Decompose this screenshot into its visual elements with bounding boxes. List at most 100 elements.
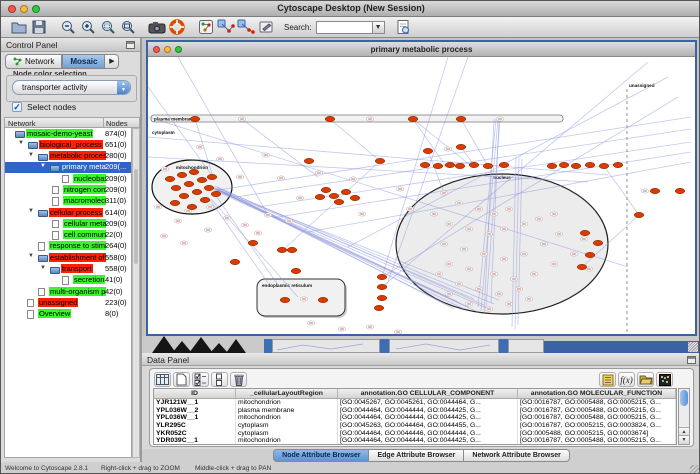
graph-node-selected[interactable] bbox=[192, 189, 202, 194]
table-row[interactable]: YDR039C__1mitochondrion[GO:0044464, GO:0… bbox=[154, 437, 676, 445]
graph-node-selected[interactable] bbox=[179, 193, 189, 198]
tree-row-label[interactable]: macromolecule bbox=[63, 196, 106, 205]
tree-row[interactable]: macromolecule311(0) bbox=[5, 196, 131, 207]
table-cell[interactable]: [GO:0044464, GO:0044444, GO:0044425, G..… bbox=[338, 437, 518, 445]
tree-row-label[interactable]: transport bbox=[61, 264, 93, 273]
tree-scrollbar[interactable] bbox=[132, 128, 140, 458]
table-cell[interactable]: [GO:0045267, GO:0045261, GO:0044464, G..… bbox=[338, 399, 518, 407]
graph-node-selected[interactable] bbox=[248, 240, 258, 245]
column-divider[interactable] bbox=[103, 118, 104, 127]
tree-row[interactable]: response to stimulu264(0) bbox=[5, 241, 131, 252]
tab-network-attribute-browser[interactable]: Network Attribute Browser bbox=[464, 449, 569, 462]
table-cell[interactable]: mitochondrion bbox=[236, 437, 338, 445]
tree-row[interactable]: cellular metabo209(0) bbox=[5, 218, 131, 229]
tree-row[interactable]: ▼cellular process614(0) bbox=[5, 207, 131, 218]
search-field[interactable] bbox=[316, 21, 372, 34]
table-cell[interactable]: YPL036W__2 bbox=[154, 407, 236, 415]
window-resize-grip[interactable] bbox=[688, 342, 698, 352]
snapshot-icon[interactable] bbox=[148, 18, 166, 36]
graph-node-selected[interactable] bbox=[456, 116, 466, 121]
tree-row[interactable]: nucleobase-209(0) bbox=[5, 173, 131, 184]
tab-node-attribute-browser[interactable]: Node Attribute Browser bbox=[273, 449, 369, 462]
table-column-header[interactable]: annotation.GO CELLULAR_COMPONENT bbox=[338, 389, 518, 398]
tree-row[interactable]: Overview8(0) bbox=[5, 309, 131, 320]
graph-edge[interactable] bbox=[428, 151, 444, 193]
table-cell[interactable]: [GO:0044464, GO:0044444, GO:0044425, G..… bbox=[338, 407, 518, 415]
graph-node-selected[interactable] bbox=[211, 191, 221, 196]
table-row[interactable]: YKR052Ccytoplasm[GO:0044464, GO:0044446,… bbox=[154, 430, 676, 438]
graphics-details-icon[interactable] bbox=[197, 18, 215, 36]
background-window-border[interactable] bbox=[499, 339, 508, 353]
tree-col-network[interactable]: Network bbox=[8, 119, 36, 128]
tree-row-label[interactable]: primary metabo bbox=[61, 162, 106, 171]
scroll-down-icon[interactable]: ▼ bbox=[679, 435, 689, 444]
graph-node-selected[interactable] bbox=[585, 162, 595, 167]
graph-edge[interactable] bbox=[461, 119, 488, 166]
table-column-header[interactable]: annotation.GO MOLECULAR_FUNCTION bbox=[518, 389, 676, 398]
graph-node-selected[interactable] bbox=[377, 295, 387, 300]
float-panel-icon[interactable] bbox=[687, 356, 696, 364]
graph-node-selected[interactable] bbox=[634, 212, 644, 217]
search-options-icon[interactable] bbox=[394, 18, 412, 36]
tree-scrollbar-thumb[interactable] bbox=[134, 169, 138, 264]
graph-node-selected[interactable] bbox=[277, 247, 287, 252]
table-cell[interactable]: [GO:0045263, GO:0044464, GO:0044455, G..… bbox=[338, 422, 518, 430]
graph-node-selected[interactable] bbox=[165, 176, 175, 181]
table-cell[interactable]: [GO:0044464, GO:0044446, GO:0044444, G..… bbox=[338, 430, 518, 438]
graph-node-selected[interactable] bbox=[613, 162, 623, 167]
tree-row[interactable]: cell communicat22(0) bbox=[5, 230, 131, 241]
graph-node-selected[interactable] bbox=[408, 116, 418, 121]
graph-node-selected[interactable] bbox=[197, 177, 207, 182]
table-cell[interactable]: YLR295C bbox=[154, 422, 236, 430]
tree-row[interactable]: secretion41(0) bbox=[5, 275, 131, 286]
network-window-titlebar[interactable]: primary metabolic process bbox=[148, 42, 695, 57]
table-cell[interactable]: [GO:0016787, GO:0005488, GO:0005215, G..… bbox=[518, 407, 676, 415]
tab-scroll-right-icon[interactable]: ▶ bbox=[105, 54, 119, 69]
graph-node-selected[interactable] bbox=[291, 268, 301, 273]
graph-node-selected[interactable] bbox=[325, 116, 335, 121]
tree-row-label[interactable]: cell communicat bbox=[63, 230, 106, 239]
graph-node-selected[interactable] bbox=[304, 158, 314, 163]
table-row[interactable]: YPL036W__2plasma membrane[GO:0044464, GO… bbox=[154, 407, 676, 415]
graph-node-selected[interactable] bbox=[499, 162, 509, 167]
graph-node-selected[interactable] bbox=[577, 264, 587, 269]
table-row[interactable]: YLR295Ccytoplasm[GO:0045263, GO:0044464,… bbox=[154, 422, 676, 430]
tree-expander-icon[interactable]: ▼ bbox=[28, 253, 34, 259]
graph-node-selected[interactable] bbox=[377, 284, 387, 289]
table-cell[interactable]: cytoplasm bbox=[236, 422, 338, 430]
tree-expander-icon[interactable]: ▼ bbox=[28, 208, 34, 214]
save-icon[interactable] bbox=[30, 18, 48, 36]
tree-expander-icon[interactable]: ▼ bbox=[40, 265, 46, 271]
graph-edge[interactable] bbox=[604, 166, 639, 215]
tree-row-label[interactable]: secretion bbox=[73, 275, 105, 284]
background-window-fragment[interactable] bbox=[272, 339, 380, 353]
graph-node-selected[interactable] bbox=[374, 305, 384, 310]
table-column-header[interactable]: _cellularLayoutRegion bbox=[236, 389, 338, 398]
background-window-border[interactable] bbox=[380, 339, 389, 353]
tree-col-nodes[interactable]: Nodes bbox=[106, 119, 128, 128]
table-cell[interactable]: YPL036W__1 bbox=[154, 414, 236, 422]
tree-row-label[interactable]: nucleobase- bbox=[73, 174, 106, 183]
tree-row-label[interactable]: unassigned bbox=[38, 298, 78, 307]
graph-node-selected[interactable] bbox=[675, 188, 685, 193]
table-cell[interactable]: [GO:0005488, GO:0005215, GO:0003674] bbox=[518, 430, 676, 438]
tree-row[interactable]: ▼metabolic process280(0) bbox=[5, 151, 131, 162]
graph-node-selected[interactable] bbox=[350, 195, 360, 200]
attribute-checklist-icon[interactable] bbox=[192, 372, 209, 387]
tree-row[interactable]: ▼transport558(0) bbox=[5, 264, 131, 275]
background-window-border[interactable] bbox=[264, 339, 272, 353]
tree-row-label[interactable]: response to stimulu bbox=[49, 241, 106, 250]
graph-node-selected[interactable] bbox=[170, 200, 180, 205]
table-scrollbar[interactable]: ▲ ▼ bbox=[678, 388, 690, 445]
tree-row-label[interactable]: biological_process bbox=[39, 140, 103, 149]
graph-node-selected[interactable] bbox=[329, 193, 339, 198]
graph-node-selected[interactable] bbox=[593, 240, 603, 245]
tree-expander-icon[interactable]: ▼ bbox=[28, 152, 34, 158]
table-cell[interactable]: YDR039C__1 bbox=[154, 437, 236, 445]
tree-row-label[interactable]: cellular process bbox=[49, 208, 103, 217]
search-input[interactable]: ▼ bbox=[316, 21, 385, 34]
tree-row[interactable]: unassigned223(0) bbox=[5, 297, 131, 308]
expand-selection-icon[interactable] bbox=[237, 18, 255, 36]
tab-network[interactable]: Network bbox=[5, 54, 62, 69]
app-resize-grip[interactable] bbox=[690, 465, 700, 474]
